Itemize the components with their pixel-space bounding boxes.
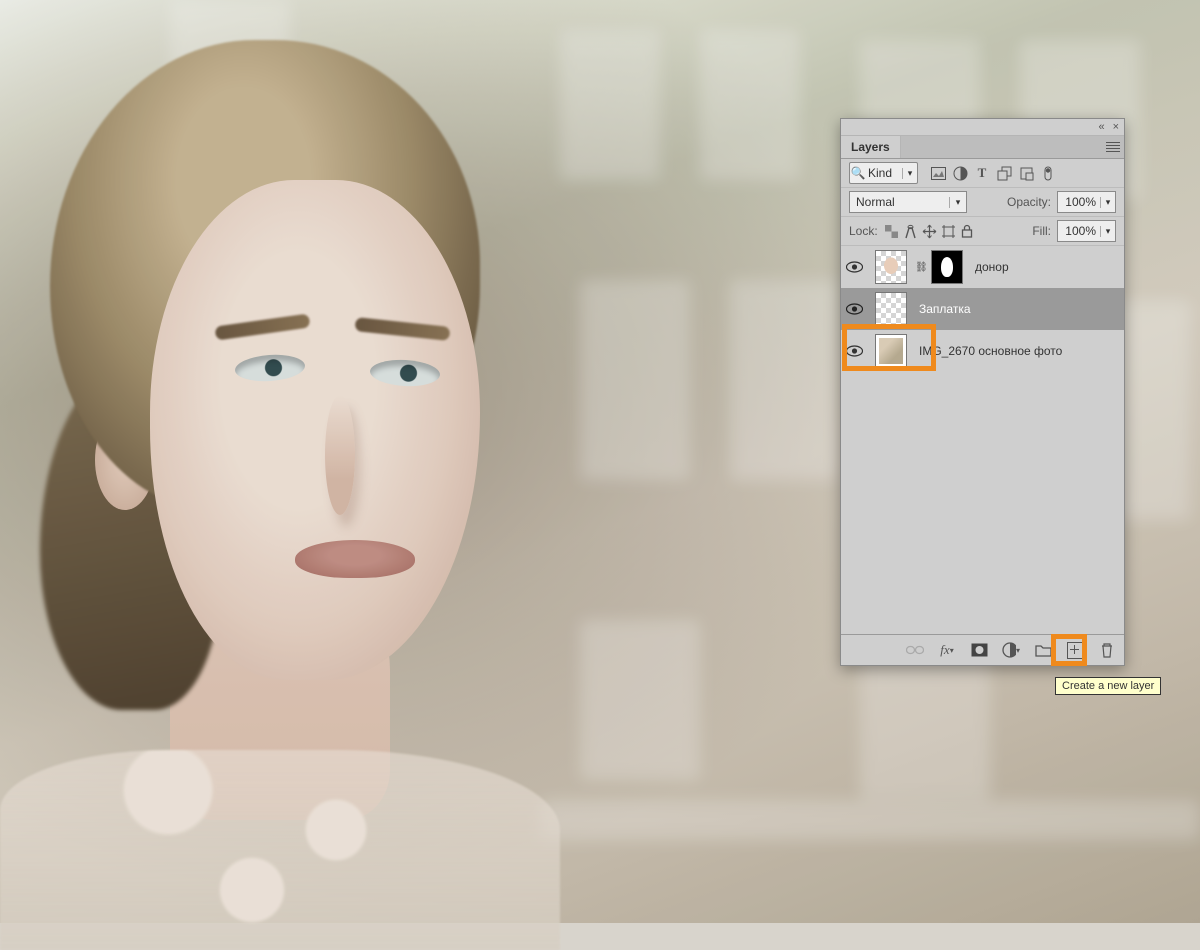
filter-kind-value: Kind (866, 166, 902, 180)
opacity-label: Opacity: (1007, 195, 1051, 209)
lock-label: Lock: (849, 224, 878, 238)
chevron-down-icon: ▾ (1100, 197, 1115, 208)
lock-transparency-icon[interactable] (884, 224, 899, 239)
chevron-down-icon: ▾ (1100, 226, 1115, 237)
new-group-icon[interactable] (1034, 641, 1052, 659)
eye-icon (846, 261, 863, 273)
filter-toggle-icon[interactable] (1040, 165, 1056, 181)
lock-artboard-icon[interactable] (941, 224, 956, 239)
visibility-toggle[interactable] (841, 288, 867, 330)
filter-kind-dropdown[interactable]: 🔍 Kind ▾ (849, 162, 918, 184)
tab-spacer (901, 136, 1102, 158)
eye-icon (846, 345, 863, 357)
fill-label: Fill: (1032, 224, 1051, 238)
tooltip: Create a new layer (1055, 677, 1161, 695)
eye-icon (846, 303, 863, 315)
blend-opacity-row: Normal ▾ Opacity: 100% ▾ (841, 188, 1124, 217)
lock-fill-row: Lock: Fill: 100% ▾ (841, 217, 1124, 246)
new-layer-icon[interactable] (1066, 641, 1084, 659)
add-mask-icon[interactable] (970, 641, 988, 659)
opacity-input[interactable]: 100% ▾ (1057, 191, 1116, 213)
panel-menu-button[interactable] (1102, 136, 1124, 158)
blend-mode-dropdown[interactable]: Normal ▾ (849, 191, 967, 213)
collapse-panel-icon[interactable]: « (1098, 121, 1104, 133)
lock-all-icon[interactable] (960, 224, 975, 239)
filter-pixel-icon[interactable] (930, 165, 946, 181)
filter-adjustment-icon[interactable] (952, 165, 968, 181)
filter-smartobject-icon[interactable] (1018, 165, 1034, 181)
layer-name[interactable]: донор (971, 260, 1118, 274)
fill-value: 100% (1058, 224, 1100, 238)
filter-shape-icon[interactable] (996, 165, 1012, 181)
chevron-down-icon: ▾ (949, 197, 966, 208)
layer-row[interactable]: IMG_2670 основное фото (841, 330, 1124, 372)
menu-icon (1106, 142, 1120, 152)
layers-tab[interactable]: Layers (841, 136, 901, 158)
visibility-toggle[interactable] (841, 246, 867, 288)
filter-type-icon[interactable]: T (974, 165, 990, 181)
blend-mode-value: Normal (850, 195, 949, 209)
chevron-down-icon: ▾ (902, 168, 917, 179)
layer-name[interactable]: IMG_2670 основное фото (915, 344, 1118, 358)
layers-panel-footer: fx▾ ▾ (841, 634, 1124, 665)
layer-row[interactable]: ⛓ донор (841, 246, 1124, 288)
close-panel-icon[interactable]: × (1113, 121, 1119, 133)
layer-thumbnail[interactable] (875, 292, 907, 326)
layers-panel: « × Layers 🔍 Kind ▾ T Normal ▾ Opacity: (840, 118, 1125, 666)
layer-row[interactable]: Заплатка (841, 288, 1124, 330)
portrait-subject (0, 10, 580, 923)
filter-row: 🔍 Kind ▾ T (841, 159, 1124, 188)
layer-list: ⛓ донор Заплатка IMG_2670 основное фото (841, 246, 1124, 606)
new-adjustment-layer-icon[interactable]: ▾ (1002, 641, 1020, 659)
layer-thumbnail[interactable] (875, 250, 907, 284)
layer-name[interactable]: Заплатка (915, 302, 1118, 316)
layer-mask-thumbnail[interactable] (931, 250, 963, 284)
lock-position-icon[interactable] (922, 224, 937, 239)
search-icon: 🔍 (850, 166, 866, 180)
fill-input[interactable]: 100% ▾ (1057, 220, 1116, 242)
delete-layer-icon[interactable] (1098, 641, 1116, 659)
mask-link-icon[interactable]: ⛓ (915, 262, 923, 273)
lock-pixels-icon[interactable] (903, 224, 918, 239)
visibility-toggle[interactable] (841, 330, 867, 372)
link-layers-icon[interactable] (906, 641, 924, 659)
layer-effects-icon[interactable]: fx▾ (938, 641, 956, 659)
layer-thumbnail[interactable] (875, 334, 907, 368)
opacity-value: 100% (1058, 195, 1100, 209)
